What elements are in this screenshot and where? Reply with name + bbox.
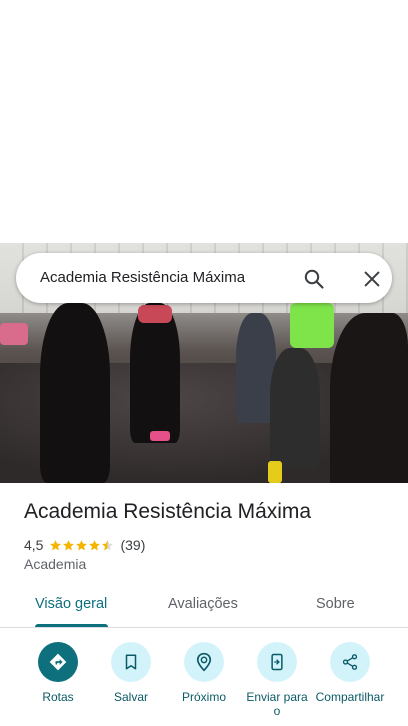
nearby-circle: [184, 642, 224, 682]
place-category[interactable]: Academia: [24, 556, 86, 572]
tab-bar: Visão geral Avaliações Sobre: [0, 586, 408, 628]
star-icon: [63, 539, 75, 550]
photo-object: [0, 323, 28, 345]
directions-button[interactable]: Rotas: [16, 640, 100, 704]
save-label: Salvar: [113, 690, 148, 704]
rating-stars: [49, 539, 114, 552]
share-label: Compartilhar: [315, 690, 385, 704]
directions-circle: [38, 642, 78, 682]
place-title: Academia Resistência Máxima: [24, 500, 312, 523]
tab-about[interactable]: Sobre: [316, 596, 355, 612]
star-icon: [102, 539, 114, 550]
review-count[interactable]: (39): [120, 537, 145, 553]
nearby-icon: [196, 652, 212, 672]
rating-row[interactable]: 4,5 (39): [24, 536, 145, 554]
send-to-phone-label: Enviar para o: [246, 690, 308, 718]
close-icon[interactable]: [361, 268, 383, 290]
directions-label: Rotas: [42, 690, 74, 704]
save-circle: [111, 642, 151, 682]
map-area-blank: [0, 0, 408, 243]
bookmark-icon: [125, 654, 137, 670]
photo-shoe: [150, 431, 170, 441]
tab-reviews[interactable]: Avaliações: [168, 596, 238, 612]
nearby-label: Próximo: [181, 690, 226, 704]
photo-shoe: [268, 461, 282, 483]
photo-person: [130, 303, 180, 443]
tab-overview[interactable]: Visão geral: [35, 596, 107, 612]
star-icon: [50, 539, 62, 550]
search-input[interactable]: Academia Resistência Máxima: [40, 269, 245, 286]
search-bar[interactable]: Academia Resistência Máxima: [16, 253, 392, 303]
send-to-phone-button[interactable]: Enviar para o: [235, 640, 319, 718]
send-to-phone-icon: [271, 653, 283, 671]
photo-shirt: [290, 303, 334, 348]
directions-icon: [49, 653, 67, 671]
search-icon[interactable]: [302, 267, 326, 291]
star-icon: [76, 539, 88, 550]
action-bar: Rotas Salvar Próximo Enviar para o Compa…: [0, 640, 408, 726]
photo-shirt: [138, 305, 172, 323]
photo-person: [40, 303, 110, 483]
send-to-phone-circle: [257, 642, 297, 682]
share-button[interactable]: Compartilhar: [308, 640, 392, 704]
photo-person: [270, 348, 320, 468]
share-icon: [342, 654, 358, 670]
save-button[interactable]: Salvar: [89, 640, 173, 704]
share-circle: [330, 642, 370, 682]
star-icon: [89, 539, 101, 550]
rating-value: 4,5: [24, 537, 44, 553]
photo-person: [330, 313, 408, 483]
active-tab-indicator: [35, 624, 108, 627]
nearby-button[interactable]: Próximo: [162, 640, 246, 704]
